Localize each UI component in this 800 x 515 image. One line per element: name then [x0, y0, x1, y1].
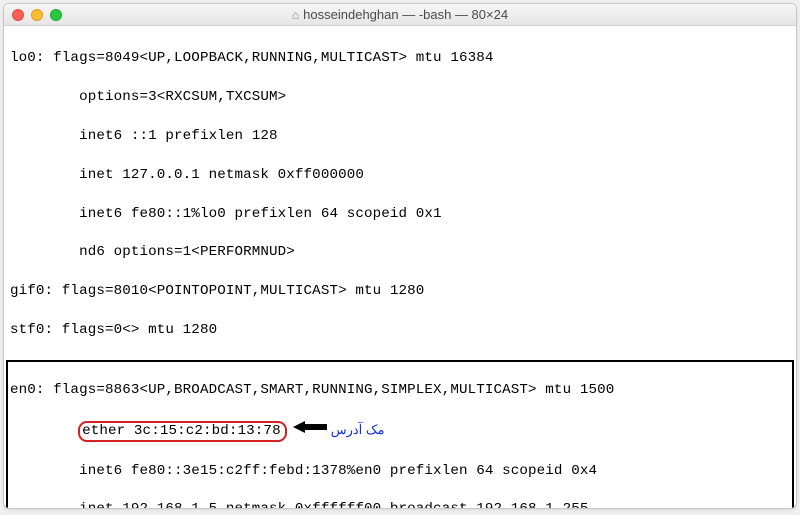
- en0-inet: inet 192.168.1.5 netmask 0xffffff00 broa…: [10, 500, 790, 509]
- lo0-flags: lo0: flags=8049<UP,LOOPBACK,RUNNING,MULT…: [10, 49, 790, 68]
- arrow-icon: [293, 421, 327, 440]
- lo0-inet6-b: inet6 fe80::1%lo0 prefixlen 64 scopeid 0…: [10, 205, 790, 224]
- en0-highlight-box: en0: flags=8863<UP,BROADCAST,SMART,RUNNI…: [6, 360, 794, 509]
- titlebar[interactable]: ⌂ hosseindehghan — -bash — 80×24: [4, 4, 796, 26]
- close-icon[interactable]: [12, 9, 24, 21]
- en0-ether-prefix: [10, 423, 78, 439]
- terminal-content[interactable]: lo0: flags=8049<UP,LOOPBACK,RUNNING,MULT…: [4, 26, 796, 509]
- stf0-flags: stf0: flags=0<> mtu 1280: [10, 321, 790, 340]
- terminal-window: ⌂ hosseindehghan — -bash — 80×24 lo0: fla…: [3, 3, 797, 509]
- mac-address-highlight: ether 3c:15:c2:bd:13:78: [78, 421, 287, 442]
- traffic-lights: [4, 9, 62, 21]
- gif0-flags: gif0: flags=8010<POINTOPOINT,MULTICAST> …: [10, 282, 790, 301]
- lo0-nd6: nd6 options=1<PERFORMNUD>: [10, 243, 790, 262]
- home-icon: ⌂: [292, 8, 299, 22]
- en0-flags: en0: flags=8863<UP,BROADCAST,SMART,RUNNI…: [10, 381, 790, 400]
- maximize-icon[interactable]: [50, 9, 62, 21]
- lo0-inet6-a: inet6 ::1 prefixlen 128: [10, 127, 790, 146]
- mac-address-label: مک آدرس: [331, 422, 385, 437]
- en0-inet6: inet6 fe80::3e15:c2ff:febd:1378%en0 pref…: [10, 462, 790, 481]
- lo0-options: options=3<RXCSUM,TXCSUM>: [10, 88, 790, 107]
- en0-ether-line: ether 3c:15:c2:bd:13:78 مک آدرس: [10, 420, 790, 442]
- lo0-inet: inet 127.0.0.1 netmask 0xff000000: [10, 166, 790, 185]
- window-title: ⌂ hosseindehghan — -bash — 80×24: [4, 7, 796, 22]
- minimize-icon[interactable]: [31, 9, 43, 21]
- title-text: hosseindehghan — -bash — 80×24: [303, 7, 508, 22]
